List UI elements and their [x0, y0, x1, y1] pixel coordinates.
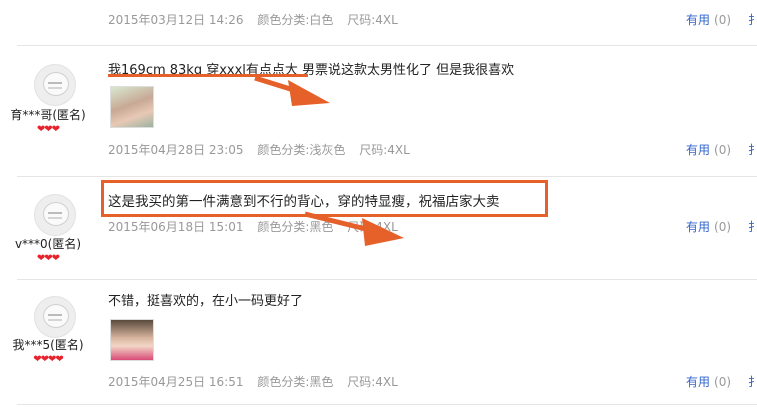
annotation-arrow-shaft	[304, 211, 371, 233]
annotation-arrow-head	[288, 80, 330, 106]
annotation-arrow-head	[362, 218, 404, 246]
annotation-arrows	[254, 75, 404, 246]
